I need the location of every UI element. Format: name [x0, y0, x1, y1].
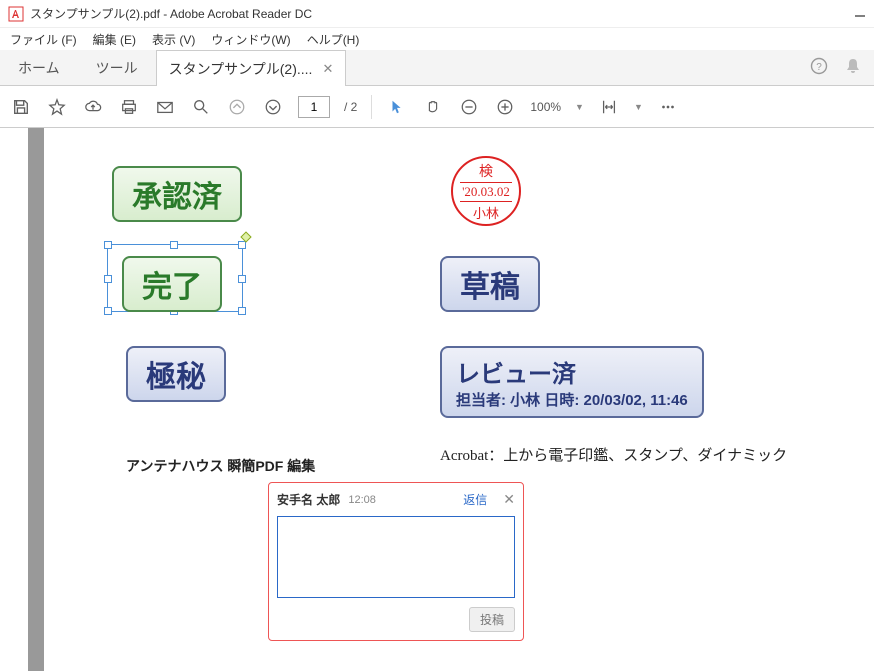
stamp-done[interactable]: 完了: [122, 256, 222, 312]
selection-handle-nw[interactable]: [104, 241, 112, 249]
zoom-in-icon[interactable]: [494, 96, 516, 118]
caption-right: Acrobat：上から電子印鑑、スタンプ、ダイナミック: [440, 444, 787, 465]
page-number-input[interactable]: [298, 96, 330, 118]
toolbar-separator: [371, 95, 372, 119]
stamp-reviewed-title: レビュー済: [456, 354, 688, 389]
comment-time: 12:08: [348, 494, 376, 506]
stamp-secret[interactable]: 極秘: [126, 346, 226, 402]
caption-left: アンテナハウス 瞬簡PDF 編集: [126, 456, 315, 476]
stamp-draft[interactable]: 草稿: [440, 256, 540, 312]
hanko-name: 小林: [473, 203, 499, 222]
workspace: 承認済 完了 極秘 検 '20.03.02 小林 草稿 レビュー済 担当者: 小…: [0, 128, 874, 671]
star-icon[interactable]: [46, 96, 68, 118]
comment-header: 安手名 太郎 12:08 返信 ✕: [277, 491, 515, 508]
comment-post-button[interactable]: 投稿: [469, 607, 515, 632]
tab-tools[interactable]: ツール: [78, 50, 156, 85]
minimize-button[interactable]: [854, 6, 866, 21]
help-icon[interactable]: ?: [810, 57, 828, 78]
cloud-upload-icon[interactable]: [82, 96, 104, 118]
bell-icon[interactable]: [844, 57, 862, 78]
stamp-reviewed-detail: 担当者: 小林 日時: 20/03/02, 11:46: [456, 389, 688, 410]
tab-document[interactable]: スタンプサンプル(2).... ✕: [156, 50, 347, 86]
page-total: / 2: [344, 100, 357, 114]
mail-icon[interactable]: [154, 96, 176, 118]
stamp-hanko[interactable]: 検 '20.03.02 小林: [451, 156, 521, 226]
window-title: スタンプサンプル(2).pdf - Adobe Acrobat Reader D…: [30, 5, 312, 22]
stamp-approved[interactable]: 承認済: [112, 166, 242, 222]
fit-width-icon[interactable]: [598, 96, 620, 118]
selection-handle-e[interactable]: [238, 275, 246, 283]
page-up-icon[interactable]: [226, 96, 248, 118]
selection-handle-w[interactable]: [104, 275, 112, 283]
zoom-dropdown-icon[interactable]: ▼: [575, 102, 584, 112]
close-tab-icon[interactable]: ✕: [322, 61, 333, 77]
hanko-date: '20.03.02: [460, 182, 512, 202]
comment-author: 安手名 太郎: [277, 491, 340, 508]
zoom-out-icon[interactable]: [458, 96, 480, 118]
titlebar: スタンプサンプル(2).pdf - Adobe Acrobat Reader D…: [0, 0, 874, 28]
menu-file[interactable]: ファイル (F): [4, 29, 83, 50]
print-icon[interactable]: [118, 96, 140, 118]
selection-handle-se[interactable]: [238, 307, 246, 315]
svg-text:?: ?: [816, 62, 822, 73]
app-icon: [8, 6, 24, 22]
comment-close-icon[interactable]: ✕: [503, 491, 515, 508]
hand-icon[interactable]: [422, 96, 444, 118]
tab-home[interactable]: ホーム: [0, 50, 78, 85]
menu-edit[interactable]: 編集 (E): [87, 29, 142, 50]
hanko-top: 検: [479, 161, 493, 181]
selection-handle-sw[interactable]: [104, 307, 112, 315]
window-controls: [854, 6, 866, 21]
search-icon[interactable]: [190, 96, 212, 118]
page-down-icon[interactable]: [262, 96, 284, 118]
tabbar: ホーム ツール スタンプサンプル(2).... ✕ ?: [0, 50, 874, 86]
pointer-icon[interactable]: [386, 96, 408, 118]
save-icon[interactable]: [10, 96, 32, 118]
toolbar: / 2 100% ▼ ▼: [0, 86, 874, 128]
menu-view[interactable]: 表示 (V): [146, 29, 201, 50]
stamp-reviewed[interactable]: レビュー済 担当者: 小林 日時: 20/03/02, 11:46: [440, 346, 704, 418]
menu-help[interactable]: ヘルプ(H): [301, 29, 366, 50]
zoom-level: 100%: [530, 100, 561, 114]
menu-window[interactable]: ウィンドウ(W): [205, 29, 296, 50]
more-icon[interactable]: [657, 96, 679, 118]
menubar: ファイル (F) 編集 (E) 表示 (V) ウィンドウ(W) ヘルプ(H): [0, 28, 874, 50]
comment-reply-link[interactable]: 返信: [463, 491, 487, 508]
pdf-page[interactable]: 承認済 完了 極秘 検 '20.03.02 小林 草稿 レビュー済 担当者: 小…: [44, 128, 874, 671]
comment-popup[interactable]: 安手名 太郎 12:08 返信 ✕ 投稿: [268, 482, 524, 641]
comment-input[interactable]: [277, 516, 515, 598]
selection-handle-n[interactable]: [170, 241, 178, 249]
fit-dropdown-icon[interactable]: ▼: [634, 102, 643, 112]
tab-document-label: スタンプサンプル(2)....: [169, 59, 313, 79]
